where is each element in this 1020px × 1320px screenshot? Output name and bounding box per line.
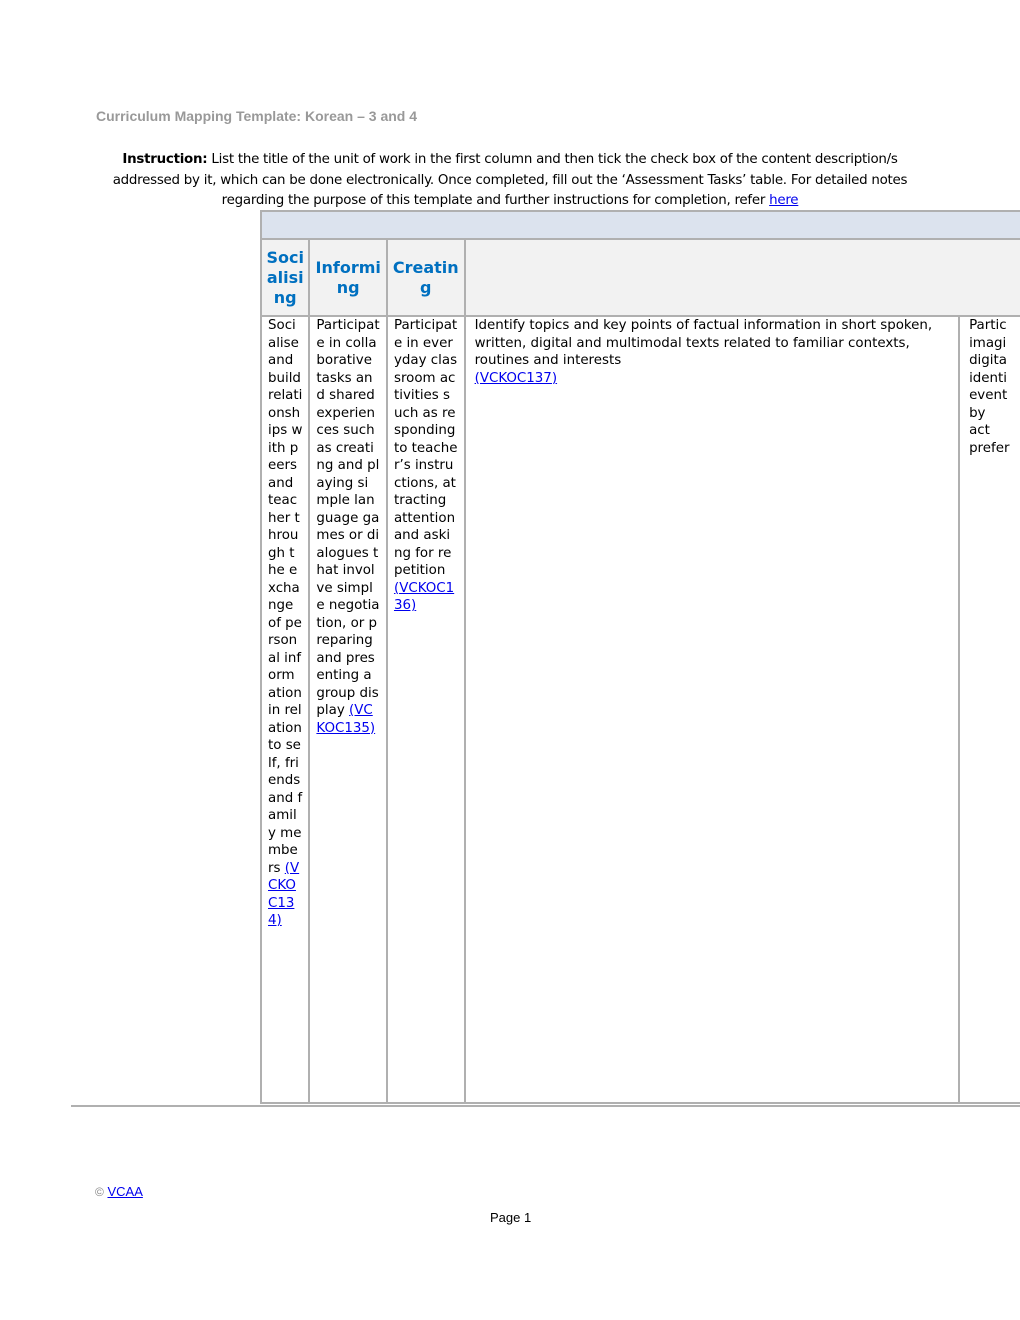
instruction-label: Instruction:: [122, 152, 208, 167]
content-cell-truncated: Partic imagi digita identi event by act …: [958, 315, 1020, 1104]
curriculum-mapping-table-container: Socialising Informing Creating Socialise…: [259, 210, 1020, 1104]
vcaa-link[interactable]: VCAA: [107, 1184, 142, 1199]
page-number: Page 1: [490, 1210, 532, 1225]
content-text: Participate in everyday classroom activi…: [393, 318, 458, 578]
strand-band-row: [260, 210, 1020, 240]
table-bottom-rule: [71, 1105, 1020, 1107]
content-cell-vckoc137: Identify topics and key points of factua…: [463, 315, 961, 1104]
content-cell-vckoc135: Participate in collaborative tasks and s…: [308, 315, 388, 1104]
code-link-vckoc137[interactable]: (VCKOC137): [475, 371, 557, 386]
footer-copyright: © VCAA: [95, 1184, 143, 1199]
content-text: Identify topics and key points of factua…: [474, 318, 933, 368]
content-cell-vckoc136: Participate in everyday classroom activi…: [385, 315, 466, 1104]
content-text: Participate in collaborative tasks and s…: [316, 318, 380, 718]
header-informing: Informing: [308, 238, 388, 317]
header-creating: Creating: [385, 238, 466, 317]
header-row: Socialising Informing Creating: [259, 238, 1020, 317]
content-description-row: Socialise and build relationships with p…: [259, 315, 1020, 1104]
instruction-paragraph: Instruction: List the title of the unit …: [90, 150, 930, 212]
instructions-here-link[interactable]: here: [769, 193, 798, 208]
content-text: Partic imagi digita identi event by act …: [969, 318, 1010, 456]
header-socialising: Socialising: [259, 238, 311, 317]
copyright-icon: ©: [95, 1185, 104, 1199]
document-title: Curriculum Mapping Template: Korean – 3 …: [96, 108, 418, 124]
content-cell-vckoc134: Socialise and build relationships with p…: [259, 315, 311, 1104]
content-text: Socialise and build relationships with p…: [268, 318, 303, 876]
code-link-vckoc136[interactable]: (VCKOC136): [394, 581, 454, 614]
header-empty: [463, 238, 1020, 317]
curriculum-mapping-table: Socialising Informing Creating Socialise…: [259, 210, 1020, 1104]
strand-band-cell: [260, 210, 1020, 240]
